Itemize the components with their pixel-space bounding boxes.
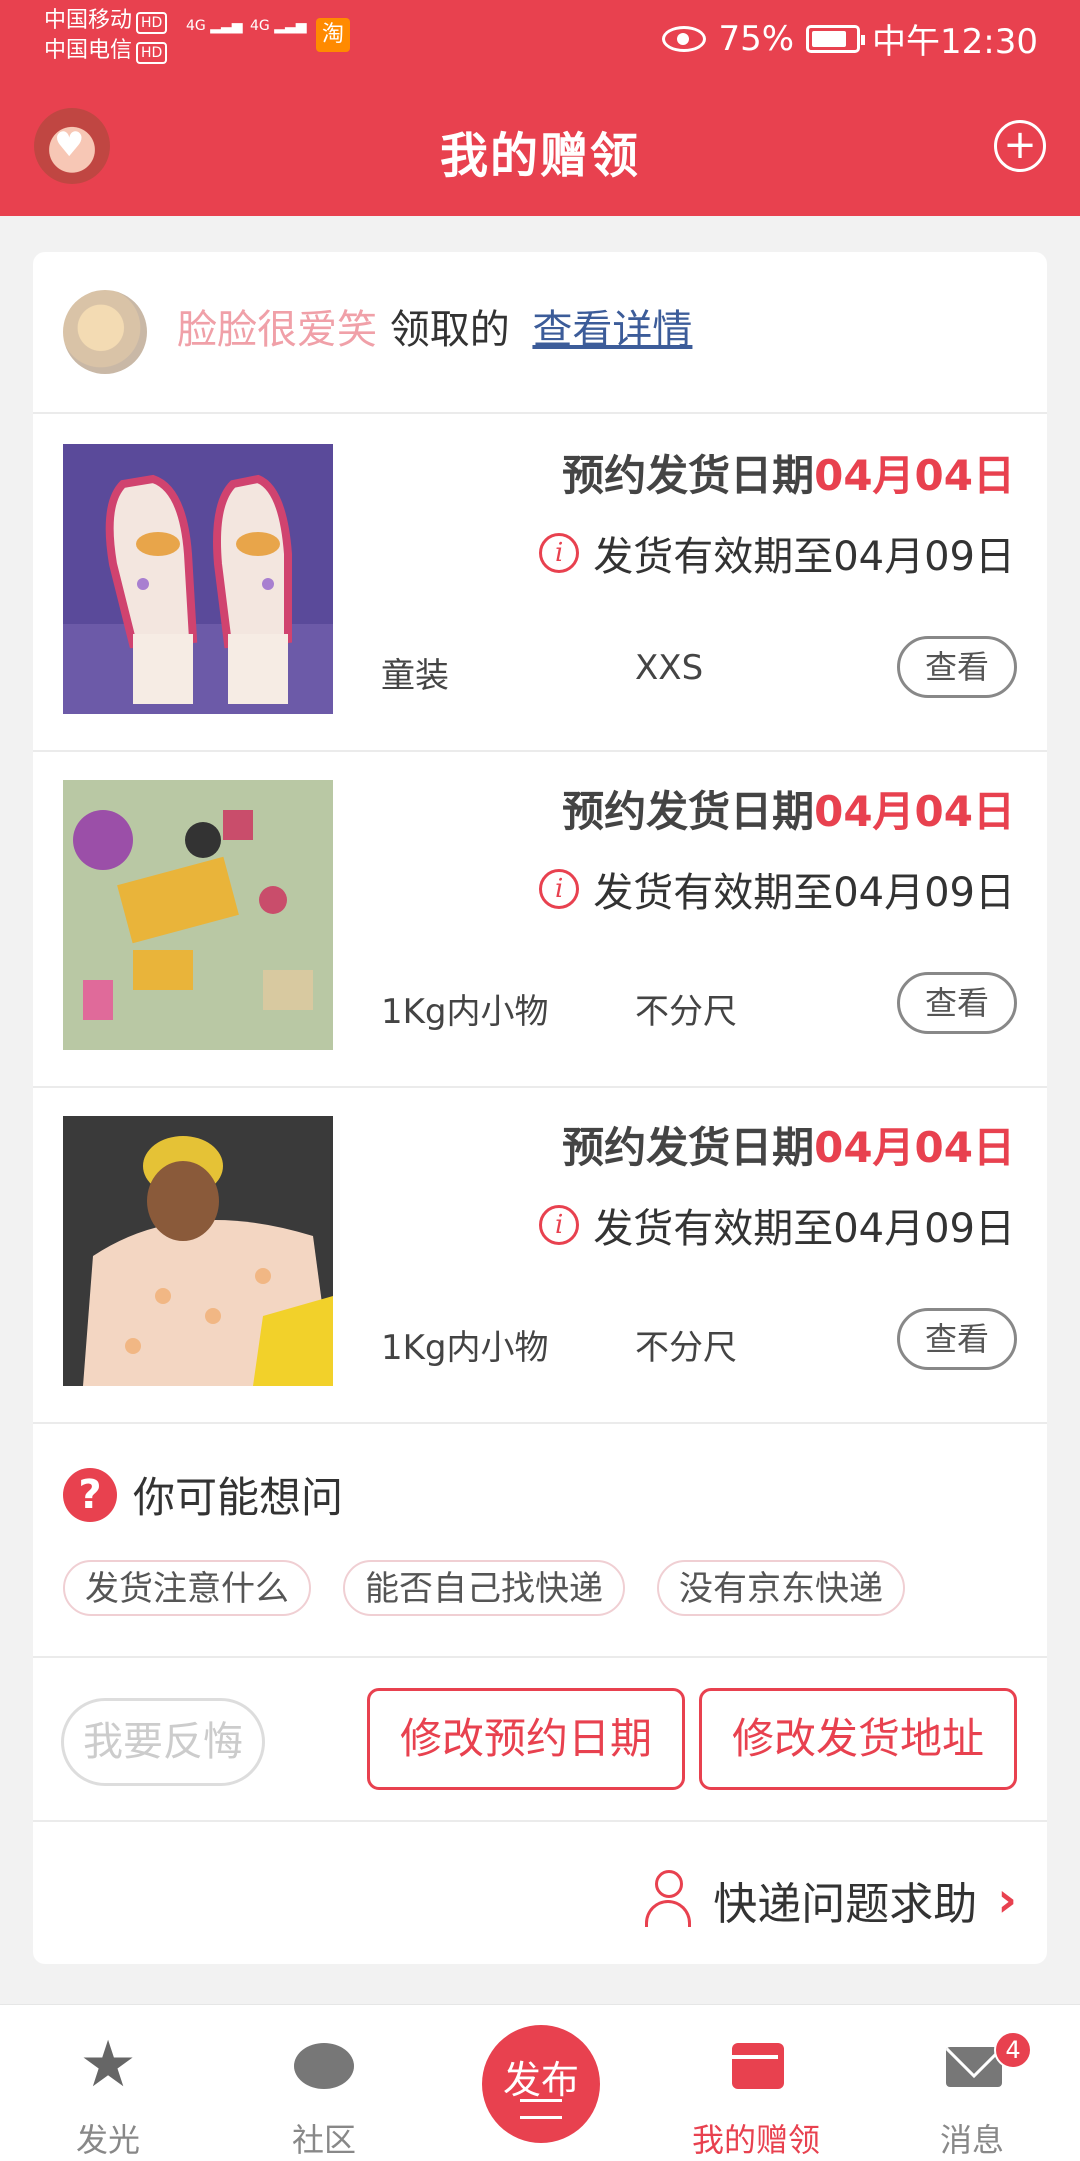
question-icon: ? xyxy=(63,1467,117,1522)
clock: 中午12:30 xyxy=(872,22,1038,62)
ship-date: 预约发货日期04月04日 xyxy=(562,1123,1015,1172)
info-icon: i xyxy=(539,1205,580,1245)
ship-validity: i 发货有效期至04月09日 xyxy=(539,524,1015,582)
item-photo-toys[interactable] xyxy=(63,780,333,1050)
item-category: 童装 xyxy=(381,656,449,696)
faq-chip[interactable]: 发货注意什么 xyxy=(63,1560,311,1616)
wallet-icon xyxy=(726,2035,786,2095)
publish-button[interactable]: 发布 xyxy=(482,2025,600,2143)
message-badge: 4 xyxy=(994,2031,1032,2069)
carrier-1: 中国移动 xyxy=(44,8,133,33)
signal-icon-1: 4G ▂▃▅ xyxy=(186,18,243,34)
faq-chip[interactable]: 没有京东快递 xyxy=(657,1560,905,1616)
status-bar: 中国移动 HD 中国电信 HD 4G ▂▃▅ 4G ▂▃▅ 淘 75% 中午12:3… xyxy=(0,0,1080,72)
view-button[interactable]: 查看 xyxy=(897,636,1017,698)
nav-item-my-claims[interactable]: 我的赠领 xyxy=(648,2005,864,2161)
nav-item-messages[interactable]: 4 消息 xyxy=(864,2005,1080,2161)
item-photo-comforter[interactable] xyxy=(63,1116,333,1386)
eye-icon xyxy=(662,25,707,52)
view-button[interactable]: 查看 xyxy=(897,1308,1017,1370)
nav-label: 发光 xyxy=(75,2121,140,2159)
menu-lines-icon xyxy=(520,2099,562,2119)
ship-validity: i 发货有效期至04月09日 xyxy=(539,860,1015,918)
item-category: 1Kg内小物 xyxy=(381,992,549,1032)
hd-badge-2: HD xyxy=(136,42,168,64)
nav-label: 消息 xyxy=(939,2121,1004,2159)
faq-title: 你可能想问 xyxy=(133,1473,344,1522)
claimer-name[interactable]: 脸脸很爱笑 xyxy=(177,307,377,353)
nav-item-community[interactable]: 社区 xyxy=(216,2005,432,2161)
item-size: 不分尺 xyxy=(635,992,737,1032)
carrier-info: 中国移动 HD 中国电信 HD xyxy=(44,6,168,66)
carrier-2: 中国电信 xyxy=(44,38,133,63)
view-details-link[interactable]: 查看详情 xyxy=(532,307,692,353)
view-button[interactable]: 查看 xyxy=(897,972,1017,1034)
bottom-nav: ★ 发光 社区 发布 我的赠领 4 消息 xyxy=(0,2004,1080,2161)
person-icon xyxy=(643,1870,693,1930)
claim-card: 脸脸很爱笑 领取的 查看详情 预约发货日期04月04日 i 发货有效期至04月0… xyxy=(33,252,1047,1964)
star-icon: ★ xyxy=(79,2028,137,2102)
ship-validity: i 发货有效期至04月09日 xyxy=(539,1196,1015,1254)
ship-date: 预约发货日期04月04日 xyxy=(562,787,1015,836)
shipping-help-link[interactable]: 快递问题求助 › xyxy=(643,1868,1017,1932)
nav-label: 社区 xyxy=(291,2121,356,2159)
chat-bubble-icon xyxy=(294,2035,354,2095)
item-size: 不分尺 xyxy=(635,1328,737,1368)
claim-header: 脸脸很爱笑 领取的 查看详情 xyxy=(33,252,1047,414)
regret-button[interactable]: 我要反悔 xyxy=(61,1698,265,1786)
add-button[interactable]: + xyxy=(994,120,1046,172)
page-title: 我的赠领 xyxy=(439,128,640,184)
info-icon: i xyxy=(539,533,580,573)
claimed-text: 领取的 xyxy=(389,307,510,353)
publish-label: 发布 xyxy=(502,2058,579,2102)
change-date-button[interactable]: 修改预约日期 xyxy=(367,1688,685,1790)
help-label: 快递问题求助 xyxy=(713,1879,978,1930)
change-address-button[interactable]: 修改发货地址 xyxy=(699,1688,1017,1790)
taobao-icon: 淘 xyxy=(316,18,350,52)
nav-label: 我的赠领 xyxy=(691,2121,820,2159)
avatar[interactable] xyxy=(63,290,147,374)
chevron-right-icon: › xyxy=(997,1872,1017,1928)
ship-date: 预约发货日期04月04日 xyxy=(562,451,1015,500)
item-category: 1Kg内小物 xyxy=(381,1328,549,1368)
battery-percent: 75% xyxy=(718,18,795,59)
list-item: 预约发货日期04月04日 i 发货有效期至04月09日 童装 XXS 查看 xyxy=(33,414,1047,752)
action-bar: 我要反悔 修改预约日期 修改发货地址 xyxy=(33,1656,1047,1822)
signal-icon-2: 4G ▂▃▅ xyxy=(250,18,307,34)
info-icon: i xyxy=(539,869,580,909)
top-bar: 中国移动 HD 中国电信 HD 4G ▂▃▅ 4G ▂▃▅ 淘 75% 中午12:3… xyxy=(0,0,1080,216)
nav-item-glow[interactable]: ★ 发光 xyxy=(0,2005,216,2161)
faq-chips: 发货注意什么 能否自己找快递 没有京东快递 xyxy=(63,1560,905,1616)
battery-icon xyxy=(806,24,866,53)
faq-chip[interactable]: 能否自己找快递 xyxy=(343,1560,625,1616)
app-header: ♥ 我的赠领 + xyxy=(0,72,1080,216)
hd-badge-1: HD xyxy=(136,12,168,34)
item-size: XXS xyxy=(635,648,704,688)
list-item: 预约发货日期04月04日 i 发货有效期至04月09日 1Kg内小物 不分尺 查… xyxy=(33,750,1047,1088)
faq-section: ? 你可能想问 发货注意什么 能否自己找快递 没有京东快递 xyxy=(33,1420,1047,1658)
mail-icon: 4 xyxy=(942,2031,1032,2095)
item-photo-mittens[interactable] xyxy=(63,444,333,714)
list-item: 预约发货日期04月04日 i 发货有效期至04月09日 1Kg内小物 不分尺 查… xyxy=(33,1086,1047,1424)
